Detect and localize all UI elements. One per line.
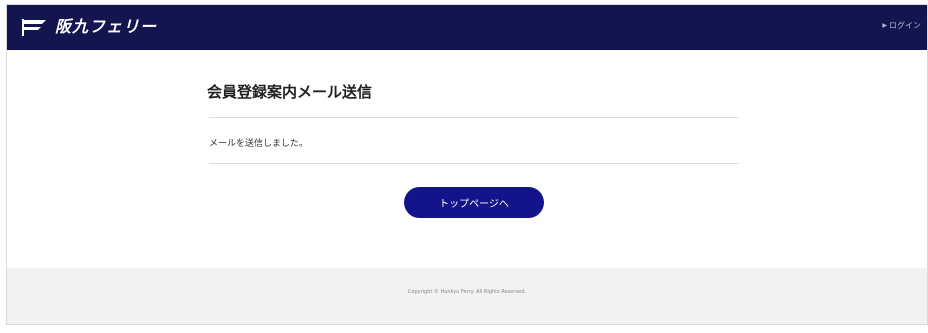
page-title: 会員登録案内メール送信 bbox=[207, 83, 373, 101]
copyright-text: Copyright © Hankyu Ferry. All Rights Res… bbox=[407, 289, 527, 295]
ferry-flag-icon bbox=[22, 19, 46, 36]
site-header: 阪九フェリー ▶ ログイン bbox=[7, 5, 927, 50]
brand-logo[interactable]: 阪九フェリー bbox=[21, 16, 157, 38]
top-page-button[interactable]: トップページへ bbox=[404, 187, 544, 218]
main-content: 会員登録案内メール送信 メールを送信しました。 トップページへ bbox=[7, 50, 927, 268]
divider-top bbox=[209, 117, 739, 118]
page-frame: 阪九フェリー ▶ ログイン 会員登録案内メール送信 メールを送信しました。 トッ… bbox=[6, 4, 928, 325]
site-footer: Copyright © Hankyu Ferry. All Rights Res… bbox=[7, 268, 927, 324]
brand-name: 阪九フェリー bbox=[55, 17, 158, 36]
divider-bottom bbox=[209, 163, 739, 164]
login-label: ログイン bbox=[889, 21, 921, 30]
login-link[interactable]: ▶ ログイン bbox=[882, 20, 921, 31]
status-message: メールを送信しました。 bbox=[209, 139, 309, 149]
triangle-right-icon: ▶ bbox=[882, 22, 887, 29]
